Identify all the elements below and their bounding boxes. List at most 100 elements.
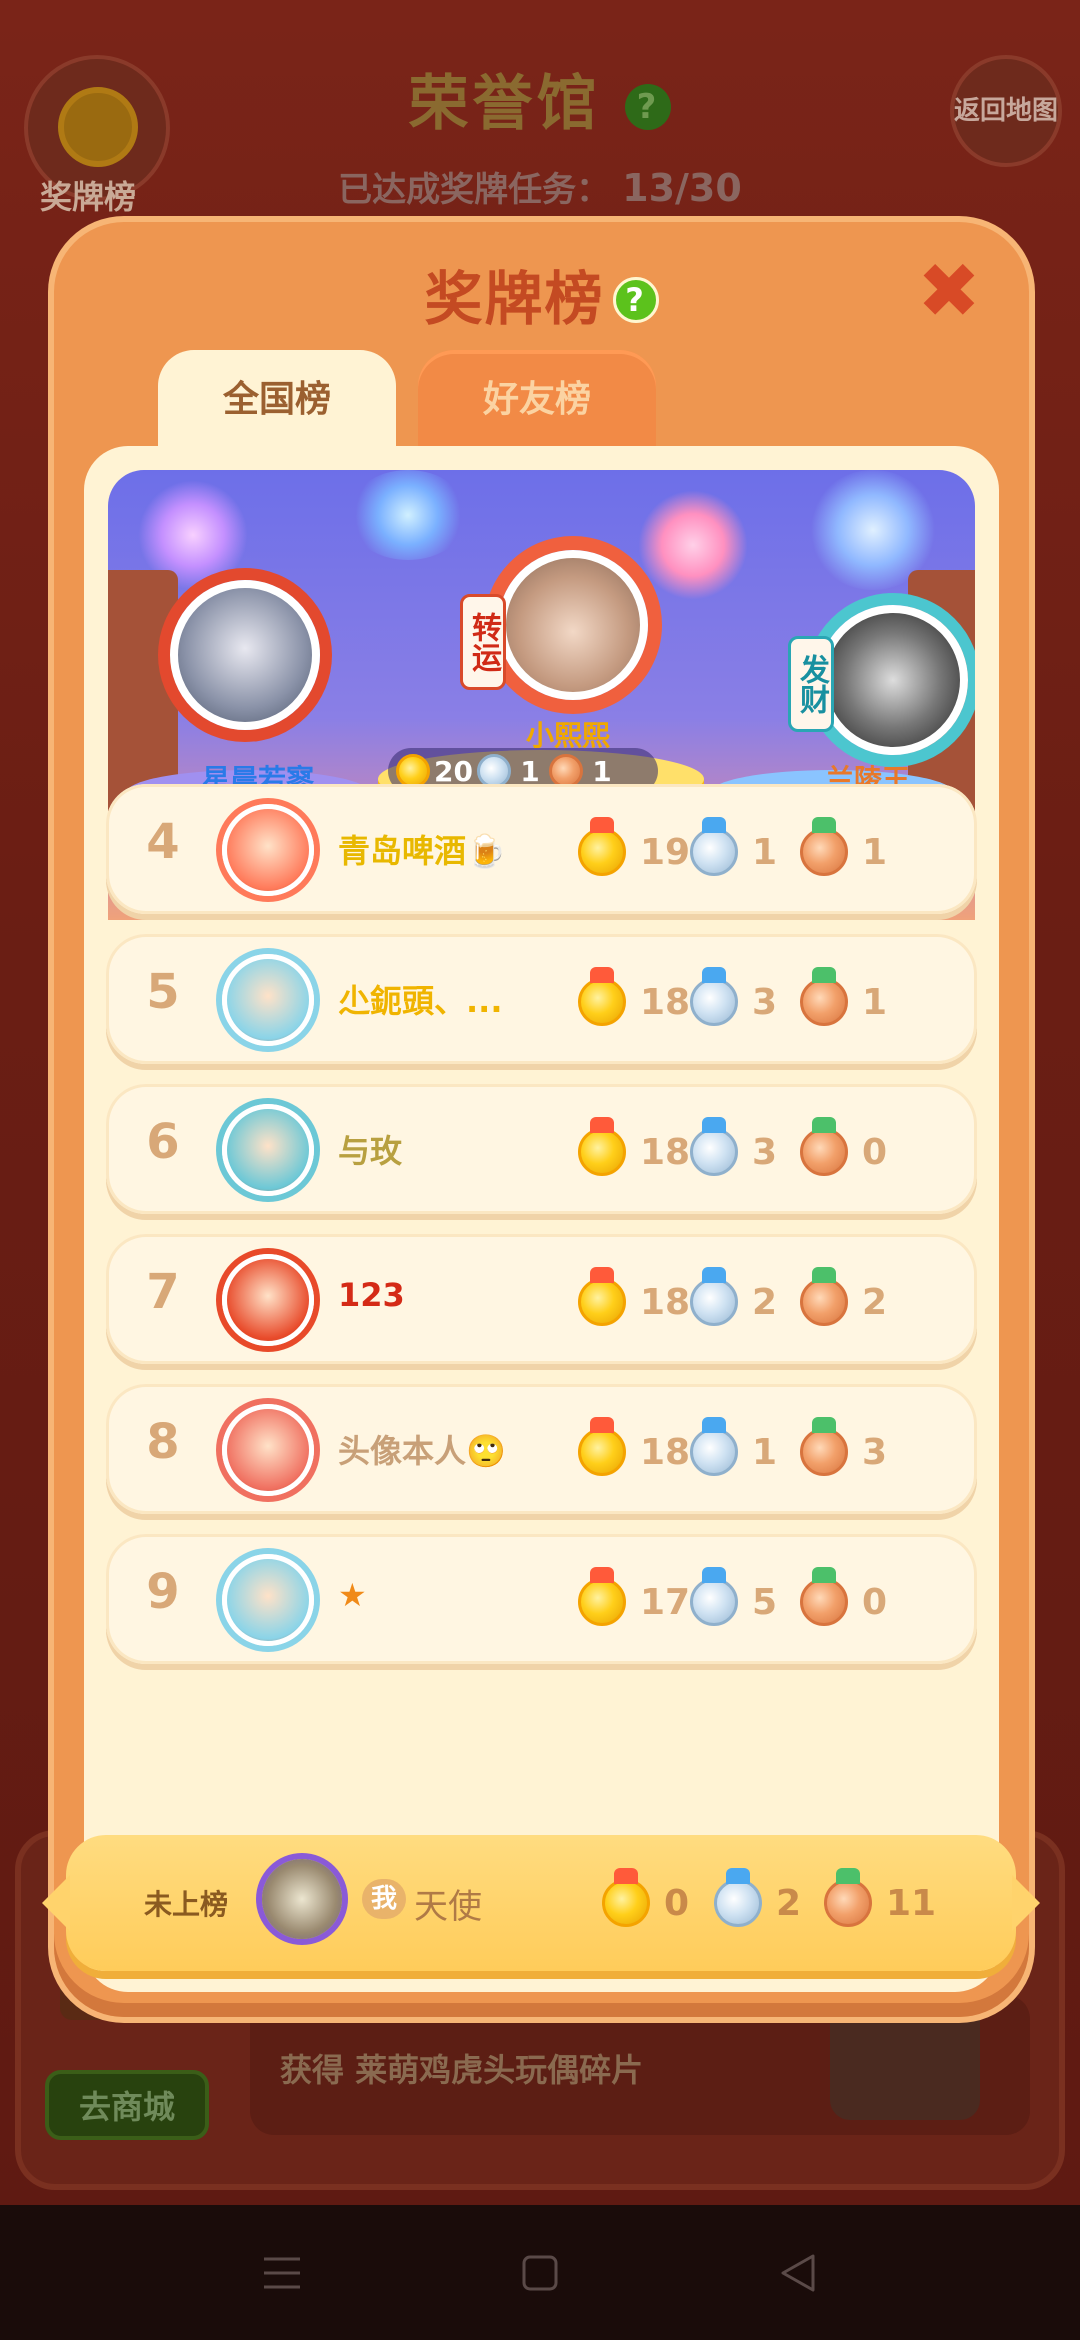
firework-decoration xyxy=(638,490,748,600)
close-icon[interactable]: ✖ xyxy=(914,253,984,329)
gold-medal-icon xyxy=(396,754,430,788)
silver-medal-icon xyxy=(690,1417,738,1476)
avatar[interactable] xyxy=(222,1404,314,1496)
gold-count: 18 xyxy=(640,1132,691,1173)
avatar[interactable] xyxy=(222,954,314,1046)
medal-counts: 17 5 0 xyxy=(578,1567,978,1632)
gold-count: 19 xyxy=(640,832,691,873)
not-ranked-label: 未上榜 xyxy=(144,1888,229,1921)
back-to-map-button[interactable]: 返回地图 xyxy=(950,55,1062,167)
medal-counts: 18 2 2 xyxy=(578,1267,978,1332)
avatar-1st[interactable] xyxy=(498,550,648,700)
tab-friends[interactable]: 好友榜 xyxy=(418,350,656,454)
home-icon[interactable] xyxy=(510,2243,570,2303)
silver-count: 2 xyxy=(776,1883,802,1924)
avatar[interactable] xyxy=(262,1859,342,1939)
medal-counts: 18 3 1 xyxy=(578,967,978,1032)
help-icon[interactable]: ? xyxy=(625,84,672,131)
player-name: 青岛啤酒🍺 xyxy=(338,832,506,870)
bronze-medal-icon xyxy=(800,1267,848,1326)
silver-medal-icon xyxy=(690,1567,738,1626)
bronze-medal-icon xyxy=(824,1868,872,1927)
avatar[interactable] xyxy=(222,1104,314,1196)
medal-board-modal: 奖牌榜? ✖ 全国榜 好友榜 2 1 3 xyxy=(42,222,1040,2017)
silver-medal-icon xyxy=(690,1117,738,1176)
bronze-medal-icon xyxy=(800,1567,848,1626)
player-name: 与玫 xyxy=(338,1132,403,1170)
bronze-medal-icon xyxy=(800,967,848,1026)
avatar-2nd[interactable] xyxy=(170,580,320,730)
silver-count: 5 xyxy=(752,1582,778,1623)
medal-task-progress: 已达成奖牌任务： 13/30 xyxy=(338,166,742,210)
bronze-medal-icon xyxy=(800,1417,848,1476)
silver-medal-icon xyxy=(690,817,738,876)
tab-national[interactable]: 全国榜 xyxy=(158,350,396,454)
recent-apps-icon[interactable] xyxy=(252,2243,312,2303)
my-ranking-row[interactable]: 未上榜 我 天使 0 2 11 xyxy=(42,1835,1040,1971)
player-name: ★ xyxy=(338,1576,367,1614)
reward-text: 获得 莱萌鸡虎头玩偶碎片 xyxy=(280,2051,644,2089)
lucky-tag-icon: 转运 xyxy=(460,594,506,690)
gold-medal-icon xyxy=(578,967,626,1026)
ranking-row[interactable]: 5 尐鈪頭、... 18 3 1 xyxy=(106,934,977,1064)
help-icon[interactable]: ? xyxy=(612,277,659,323)
silver-count: 1 xyxy=(752,1432,778,1473)
bronze-medal-icon xyxy=(800,1117,848,1176)
leaderboard-panel: 2 1 3 转运 发财 星晨若寥 小熙熙 兰陵王 19 2 1 xyxy=(84,446,999,1992)
player-name: 尐鈪頭、... xyxy=(338,982,503,1020)
rank-number: 5 xyxy=(146,964,180,1020)
bronze-medal-icon xyxy=(800,817,848,876)
modal-title: 奖牌榜? xyxy=(54,252,1029,336)
bronze-count: 1 xyxy=(862,832,888,873)
gold-medal-icon xyxy=(578,1267,626,1326)
avatar[interactable] xyxy=(222,1254,314,1346)
bronze-count: 1 xyxy=(862,982,888,1023)
gold-count: 18 xyxy=(640,982,691,1023)
gold-count: 0 xyxy=(664,1883,690,1924)
silver-medal-icon xyxy=(690,1267,738,1326)
ranking-row[interactable]: 8 头像本人🙄 18 1 3 xyxy=(106,1384,977,1514)
bronze-count: 3 xyxy=(862,1432,888,1473)
avatar[interactable] xyxy=(222,804,314,896)
player-name: 123 xyxy=(338,1276,405,1314)
medal-counts: 19 1 1 xyxy=(578,817,978,882)
gold-count: 18 xyxy=(640,1432,691,1473)
player-name: 头像本人🙄 xyxy=(338,1432,506,1470)
my-medal-counts: 0 2 11 xyxy=(602,1868,1002,1933)
ranking-row[interactable]: 7 123 18 2 2 xyxy=(106,1234,977,1364)
firework-decoration xyxy=(348,470,468,560)
rank-number: 8 xyxy=(146,1414,180,1470)
avatar-3rd[interactable] xyxy=(818,605,968,755)
gold-medal-icon xyxy=(602,1868,650,1927)
bronze-count: 0 xyxy=(862,1132,888,1173)
bronze-count: 2 xyxy=(862,1282,888,1323)
silver-count: 2 xyxy=(752,1282,778,1323)
silver-count: 1 xyxy=(752,832,778,873)
my-name: 天使 xyxy=(414,1887,482,1927)
go-to-shop-button[interactable]: 去商城 xyxy=(45,2070,209,2140)
rank-number: 7 xyxy=(146,1264,180,1320)
back-icon[interactable] xyxy=(768,2243,828,2303)
system-nav-bar xyxy=(0,2205,1080,2340)
silver-medal-icon xyxy=(690,967,738,1026)
bronze-medal-icon xyxy=(548,754,583,788)
silver-count: 3 xyxy=(752,982,778,1023)
bronze-count: 11 xyxy=(886,1883,937,1924)
me-badge: 我 xyxy=(362,1879,406,1919)
bronze-count: 0 xyxy=(862,1582,888,1623)
fortune-tag-icon: 发财 xyxy=(788,636,834,732)
silver-count: 3 xyxy=(752,1132,778,1173)
gold-medal-icon xyxy=(578,817,626,876)
gold-medal-icon xyxy=(578,1117,626,1176)
ranking-row[interactable]: 9 ★ 17 5 0 xyxy=(106,1534,977,1664)
ranking-row[interactable]: 4 青岛啤酒🍺 19 1 1 xyxy=(106,784,977,914)
silver-medal-icon xyxy=(476,754,511,788)
rank-number: 9 xyxy=(146,1564,180,1620)
medal-counts: 18 1 3 xyxy=(578,1417,978,1482)
rank-number: 6 xyxy=(146,1114,180,1170)
honor-hall-title: 荣誉馆 ? xyxy=(0,55,1080,142)
gold-medal-icon xyxy=(578,1417,626,1476)
avatar[interactable] xyxy=(222,1554,314,1646)
ranking-row[interactable]: 6 与玫 18 3 0 xyxy=(106,1084,977,1214)
silver-medal-icon xyxy=(714,1868,762,1927)
